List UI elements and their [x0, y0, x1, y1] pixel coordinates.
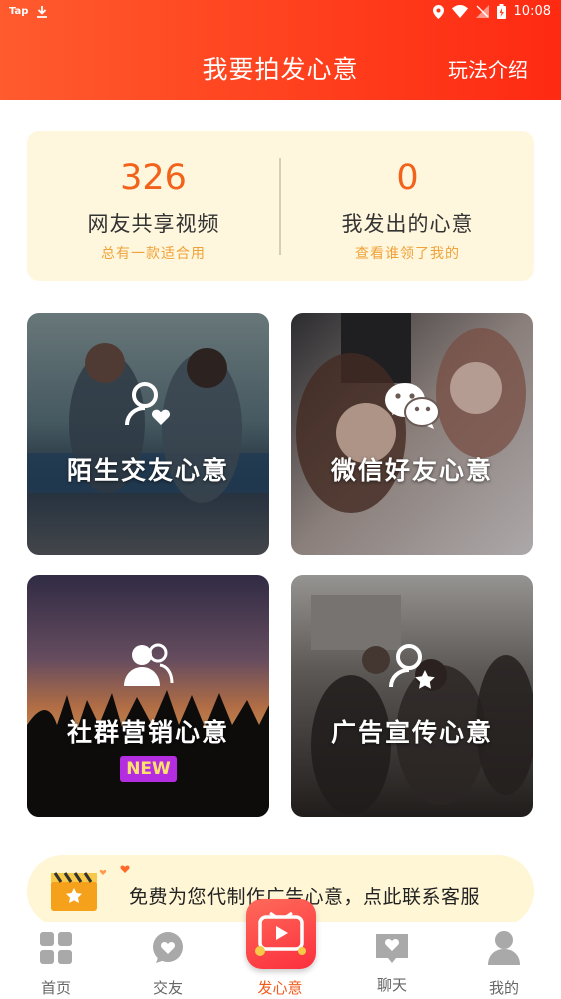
page-title-text: 我要拍发心意	[202, 55, 359, 84]
new-badge: NEW	[120, 756, 177, 782]
card-community-marketing[interactable]: 社群营销心意 NEW	[27, 575, 269, 817]
tab-mine[interactable]: 我的	[448, 922, 560, 999]
tab-label: 我的	[488, 979, 519, 997]
shared-videos-count: 326	[120, 158, 187, 198]
heart-bubble-icon	[153, 932, 183, 963]
card-label: 广告宣传心意	[330, 718, 493, 747]
person-icon	[488, 931, 520, 965]
tab-home[interactable]: 首页	[0, 922, 112, 999]
send-wish-center-button[interactable]	[246, 899, 316, 969]
tab-label: 发心意	[257, 979, 303, 997]
card-photo-wechat	[291, 313, 533, 555]
status-right: 10:08	[432, 4, 551, 19]
grid-icon	[40, 932, 72, 964]
user-star-icon	[291, 643, 533, 691]
video-play-icon	[255, 911, 306, 956]
tab-label: 交友	[152, 979, 183, 997]
download-icon	[37, 6, 48, 18]
my-sent-sub: 查看谁领了我的	[355, 246, 460, 262]
user-heart-icon	[27, 381, 269, 429]
my-sent-label: 我发出的心意	[341, 212, 474, 236]
tab-chat[interactable]: 聊天	[336, 922, 448, 999]
chat-book-icon	[376, 934, 408, 963]
card-photo-stranger	[27, 313, 269, 555]
shared-videos-stat[interactable]: 326 网友共享视频 总有一款适合用	[27, 131, 280, 281]
status-app-label: Tap	[9, 6, 29, 17]
card-photo-advertising	[291, 575, 533, 817]
tab-label: 聊天	[376, 976, 407, 994]
wechat-icon	[291, 381, 533, 429]
battery-icon	[496, 4, 506, 19]
my-sent-stat[interactable]: 0 我发出的心意 查看谁领了我的	[281, 131, 534, 281]
shared-videos-label: 网友共享视频	[87, 212, 220, 236]
no-signal-icon	[475, 5, 489, 18]
tab-friends[interactable]: 交友	[112, 922, 224, 999]
wifi-icon	[451, 5, 468, 18]
tab-label: 首页	[40, 979, 71, 997]
clapperboard-icon	[51, 865, 130, 911]
rules-link[interactable]: 玩法介绍	[448, 54, 528, 83]
location-icon	[432, 4, 444, 19]
card-label: 社群营销心意	[66, 718, 229, 747]
group-icon	[27, 643, 269, 691]
status-left: Tap	[9, 5, 48, 18]
status-bar: Tap 10:08	[0, 0, 561, 26]
card-wechat-friends[interactable]: 微信好友心意	[291, 313, 533, 555]
my-sent-count: 0	[396, 158, 419, 198]
shared-videos-sub: 总有一款适合用	[101, 246, 206, 262]
header-bar: Tap 10:08 我要拍发心意 玩法介绍	[0, 0, 561, 100]
status-time: 10:08	[513, 4, 551, 19]
stats-panel: 326 网友共享视频 总有一款适合用 0 我发出的心意 查看谁领了我的	[27, 131, 534, 281]
card-label: 微信好友心意	[330, 456, 493, 485]
card-stranger-friends[interactable]: 陌生交友心意	[27, 313, 269, 555]
card-label: 陌生交友心意	[66, 456, 229, 485]
card-advertising[interactable]: 广告宣传心意	[291, 575, 533, 817]
